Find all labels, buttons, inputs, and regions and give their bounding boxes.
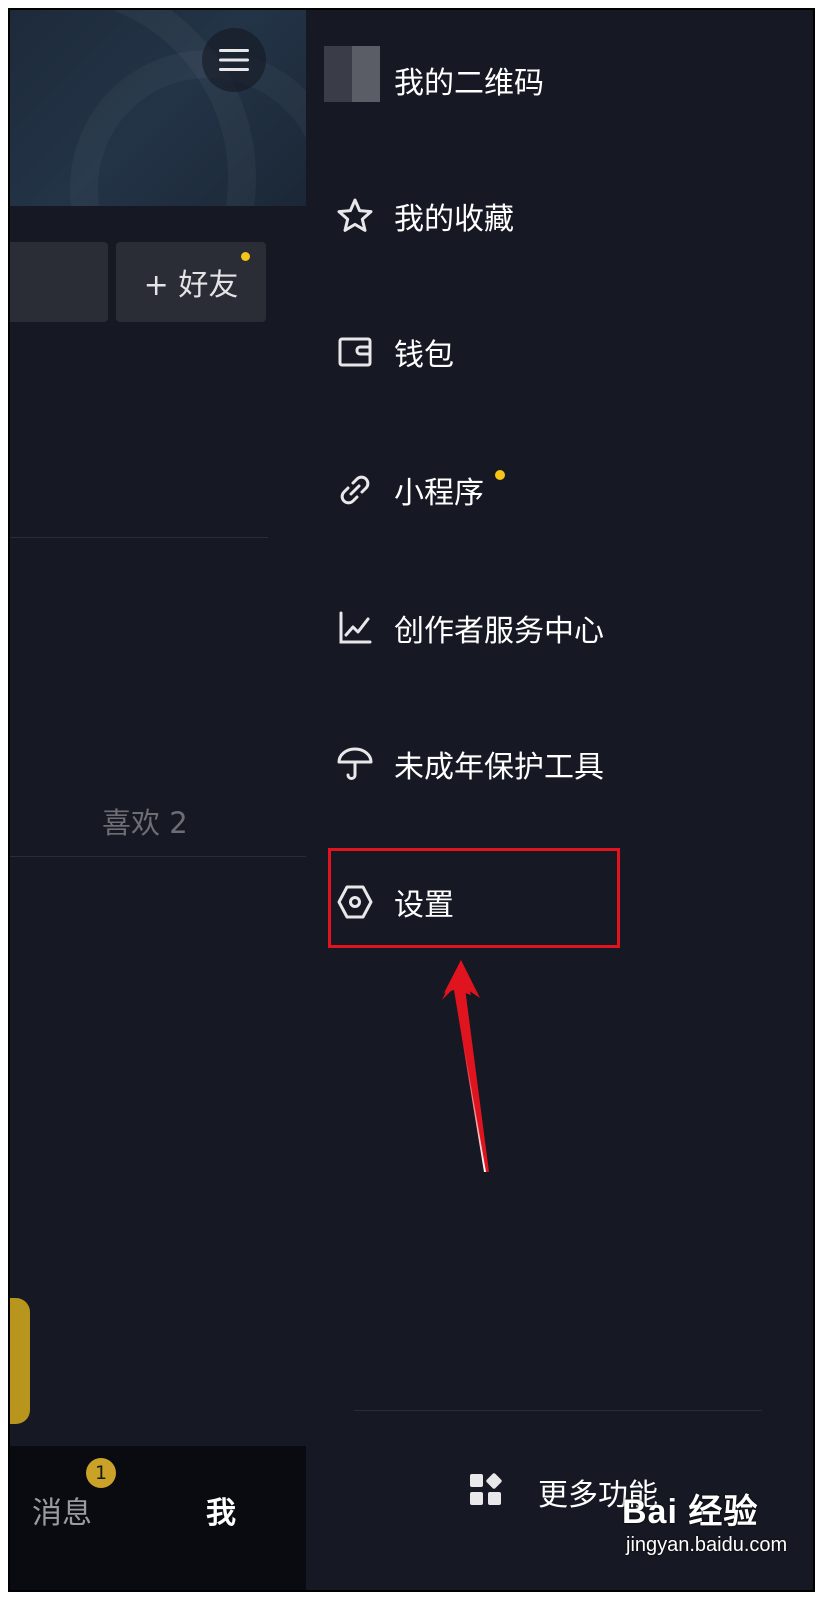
drawer-item-label: 创作者服务中心	[394, 614, 604, 649]
add-friend-button[interactable]: + 好友	[116, 242, 266, 322]
drawer-item-creator-center[interactable]: 创作者服务中心	[306, 582, 813, 672]
menu-icon	[219, 49, 249, 71]
profile-banner	[10, 10, 306, 206]
chart-line-icon	[339, 611, 372, 644]
divider	[354, 1410, 762, 1411]
add-friend-label: + 好友	[143, 268, 239, 303]
baidu-jingyan-watermark: Bai 经验 jingyan.baidu.com	[622, 1474, 812, 1584]
watermark-url: jingyan.baidu.com	[626, 1534, 788, 1556]
watermark-logo-text: Bai 经验	[622, 1493, 759, 1531]
drawer-item-minor-protection[interactable]: 未成年保护工具	[306, 718, 813, 808]
link-icon	[340, 475, 370, 505]
profile-page: + 好友 喜欢 2 消息 1 我	[10, 10, 306, 1590]
settings-highlight-box	[328, 848, 620, 948]
floating-yellow-tab[interactable]	[10, 1298, 30, 1424]
drawer-item-label: 我的收藏	[394, 202, 514, 237]
drawer-item-wallet[interactable]: 钱包	[306, 306, 813, 396]
drawer-item-mini-programs[interactable]: 小程序	[306, 444, 813, 534]
divider	[10, 856, 306, 857]
edit-profile-button[interactable]	[10, 242, 108, 322]
drawer-item-label: 未成年保护工具	[394, 750, 604, 785]
tab-messages[interactable]: 消息	[32, 1488, 92, 1532]
drawer-item-favorites[interactable]: 我的收藏	[306, 170, 813, 260]
grid-apps-icon	[470, 1473, 502, 1505]
new-dot	[495, 470, 505, 480]
drawer-item-label: 钱包	[394, 338, 454, 373]
tab-me[interactable]: 我	[206, 1488, 236, 1532]
drawer-item-qr-code[interactable]: 我的二维码	[306, 32, 813, 122]
drawer-item-label: 我的二维码	[394, 66, 544, 101]
messages-badge: 1	[86, 1458, 116, 1488]
tab-likes[interactable]: 喜欢 2	[102, 800, 188, 842]
side-drawer: 我的二维码 我的收藏 钱包 小程序 创作者服务中心 未成年保护工具 设置 更多功…	[306, 10, 813, 1590]
drawer-item-label: 小程序	[394, 476, 484, 511]
qr-code-thumbnail	[324, 46, 380, 102]
notification-dot	[241, 252, 250, 261]
wallet-icon	[338, 337, 372, 367]
divider	[10, 537, 268, 538]
hamburger-menu-button[interactable]	[202, 28, 266, 92]
umbrella-icon	[337, 747, 373, 780]
screenshot-frame: + 好友 喜欢 2 消息 1 我 我的二维码 我的收藏 钱包 小程序 创作者服务…	[8, 8, 815, 1592]
star-icon	[337, 198, 373, 232]
